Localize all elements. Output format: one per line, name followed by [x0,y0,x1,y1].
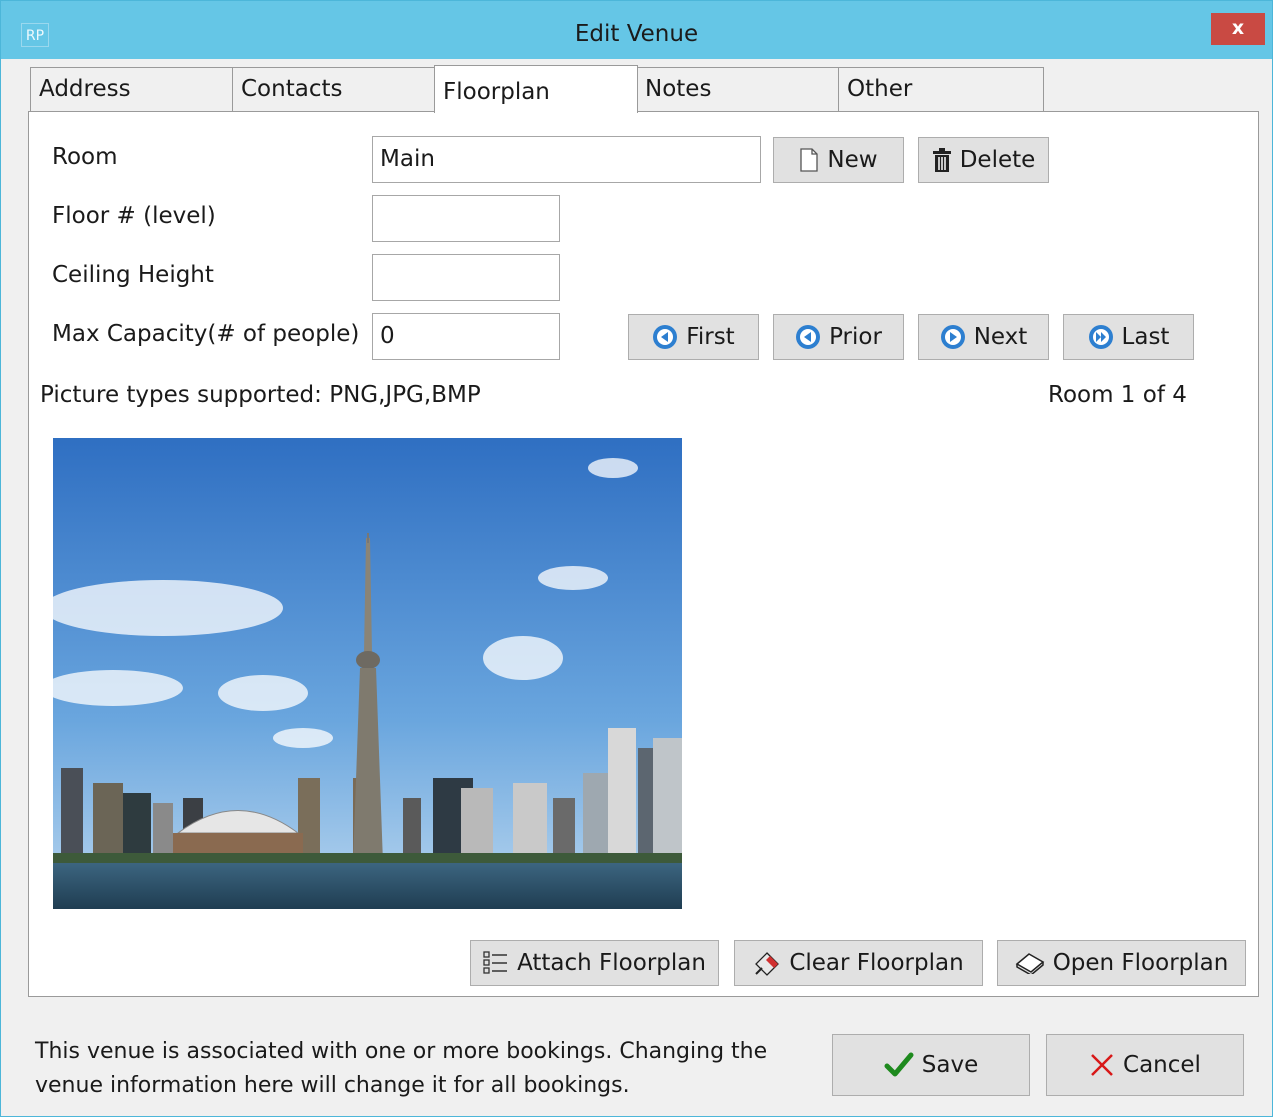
prior-button-label: Prior [829,324,882,350]
attach-floorplan-button[interactable]: Attach Floorplan [470,940,719,986]
max-capacity-field[interactable]: 0 [372,313,560,360]
tab-notes[interactable]: Notes [636,67,840,111]
tab-other[interactable]: Other [838,67,1044,111]
save-button-label: Save [921,1052,979,1078]
close-x-icon [1089,1052,1115,1078]
open-floorplan-button[interactable]: Open Floorplan [997,940,1246,986]
cancel-button[interactable]: Cancel [1046,1034,1244,1096]
new-button[interactable]: New [773,137,904,183]
cancel-button-label: Cancel [1123,1052,1201,1078]
trash-icon [932,147,952,173]
room-counter: Room 1 of 4 [1048,382,1187,408]
last-button-label: Last [1121,324,1170,350]
close-button[interactable]: x [1211,13,1265,45]
delete-button-label: Delete [959,147,1036,173]
first-record-icon [652,324,678,350]
clear-floorplan-label: Clear Floorplan [789,950,964,976]
max-capacity-label: Max Capacity(# of people) [52,321,360,347]
first-button-label: First [686,324,735,350]
eraser-icon [753,950,781,976]
edit-venue-window: RP Edit Venue x Address Contacts Floorpl… [0,0,1273,1117]
open-floorplan-label: Open Floorplan [1052,950,1229,976]
next-button-label: Next [973,324,1028,350]
checkmark-icon [884,1051,914,1079]
tab-floorplan[interactable]: Floorplan [434,65,638,113]
first-button[interactable]: First [628,314,759,360]
next-icon [940,324,966,350]
tab-contacts[interactable]: Contacts [232,67,436,111]
floor-field[interactable] [372,195,560,242]
floorplan-image [53,438,682,909]
attach-floorplan-label: Attach Floorplan [517,950,706,976]
last-button[interactable]: Last [1063,314,1194,360]
attach-list-icon [483,951,509,975]
bookings-warning: This venue is associated with one or mor… [35,1035,815,1103]
ceiling-height-field[interactable] [372,254,560,301]
previous-icon [795,324,821,350]
room-label: Room [52,144,118,170]
save-button[interactable]: Save [832,1034,1030,1096]
ceiling-height-label: Ceiling Height [52,262,214,288]
room-field[interactable]: Main [372,136,761,183]
warning-line-1: This venue is associated with one or mor… [35,1039,768,1064]
delete-button[interactable]: Delete [918,137,1049,183]
new-button-label: New [827,147,878,173]
picture-types-note: Picture types supported: PNG,JPG,BMP [40,382,481,408]
open-book-icon [1015,952,1045,974]
last-record-icon [1088,324,1114,350]
next-button[interactable]: Next [918,314,1049,360]
prior-button[interactable]: Prior [773,314,904,360]
clear-floorplan-button[interactable]: Clear Floorplan [734,940,983,986]
floor-label: Floor # (level) [52,203,216,229]
window-title: Edit Venue [574,21,699,47]
title-bar[interactable]: RP Edit Venue x [1,1,1272,59]
new-document-icon [799,148,819,172]
tab-address[interactable]: Address [30,67,234,111]
warning-line-2: venue information here will change it fo… [35,1073,630,1098]
